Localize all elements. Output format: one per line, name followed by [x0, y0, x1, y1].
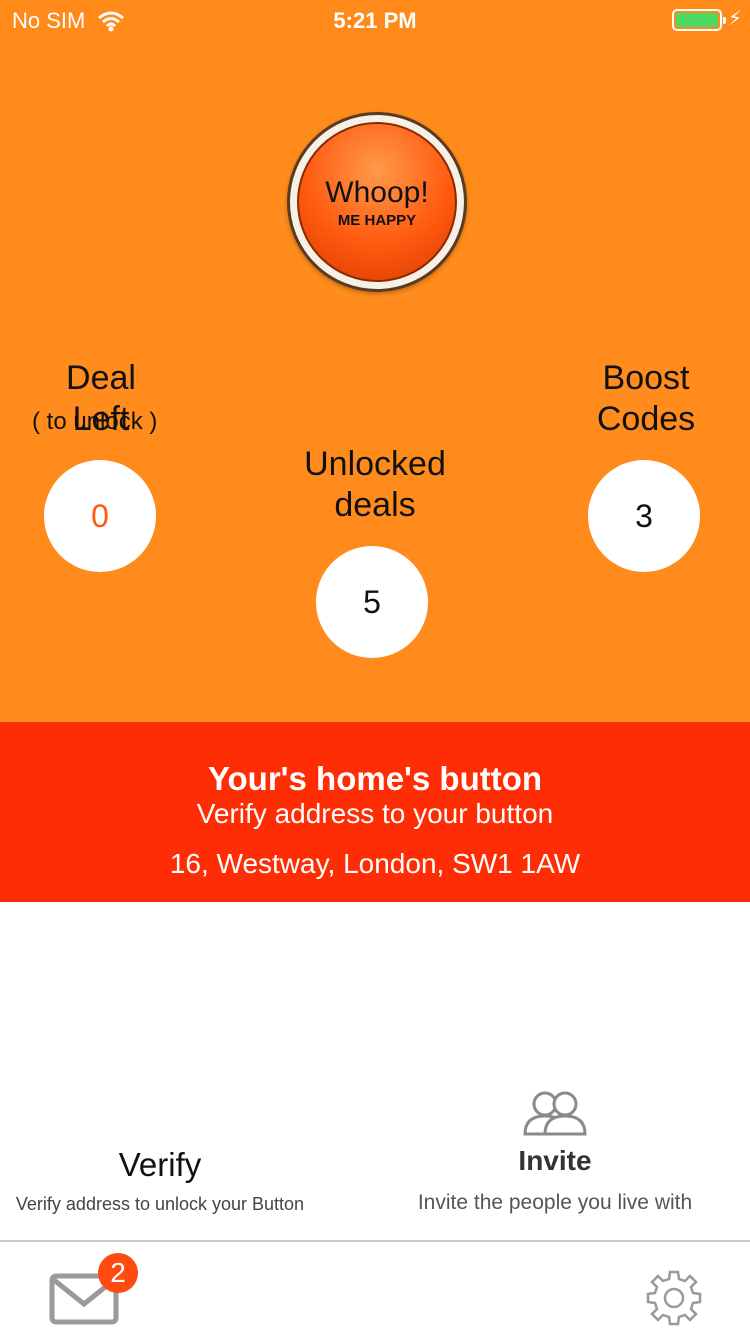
deal-left-count[interactable]: 0	[44, 460, 156, 572]
invite-action[interactable]: Invite Invite the people you live with	[400, 1088, 710, 1215]
status-bar: No SIM 5:21 PM ⚡	[0, 0, 750, 40]
people-icon	[523, 1091, 587, 1136]
boost-codes-count[interactable]: 3	[588, 460, 700, 572]
whoop-title: Whoop!	[325, 175, 429, 209]
battery-icon	[672, 9, 726, 31]
gear-icon[interactable]	[644, 1268, 704, 1328]
verify-action[interactable]: Verify Verify address to unlock your But…	[10, 1146, 310, 1215]
deal-left-hint: ( to unlock )	[32, 408, 158, 435]
whoop-subtitle: ME HAPPY	[337, 211, 417, 229]
home-button-title: Your's home's button	[207, 760, 543, 797]
invite-title: Invite	[518, 1145, 592, 1176]
home-button-banner[interactable]: Your's home's button Verify address to y…	[0, 722, 750, 902]
invite-description: Invite the people you live with	[417, 1191, 693, 1214]
unlocked-deals-label: Unlocked deals	[304, 445, 446, 524]
mail-badge: 2	[98, 1253, 138, 1293]
charging-icon: ⚡	[727, 8, 742, 30]
home-button-subtitle: Verify address to your button	[196, 798, 554, 829]
unlocked-deals-count[interactable]: 5	[316, 546, 428, 658]
whoop-button[interactable]: Whoop! ME HAPPY	[287, 112, 467, 292]
boost-codes-label: Boost Codes	[596, 359, 696, 438]
tabbar-divider	[0, 1240, 750, 1242]
hero-section: No SIM 5:21 PM ⚡ Whoop! ME HAPPY Deal Le…	[0, 0, 750, 722]
verify-description: Verify address to unlock your Button	[15, 1194, 305, 1214]
verify-title: Verify	[118, 1146, 202, 1183]
home-address: 16, Westway, London, SW1 1AW	[169, 848, 581, 879]
status-time: 5:21 PM	[333, 8, 417, 33]
